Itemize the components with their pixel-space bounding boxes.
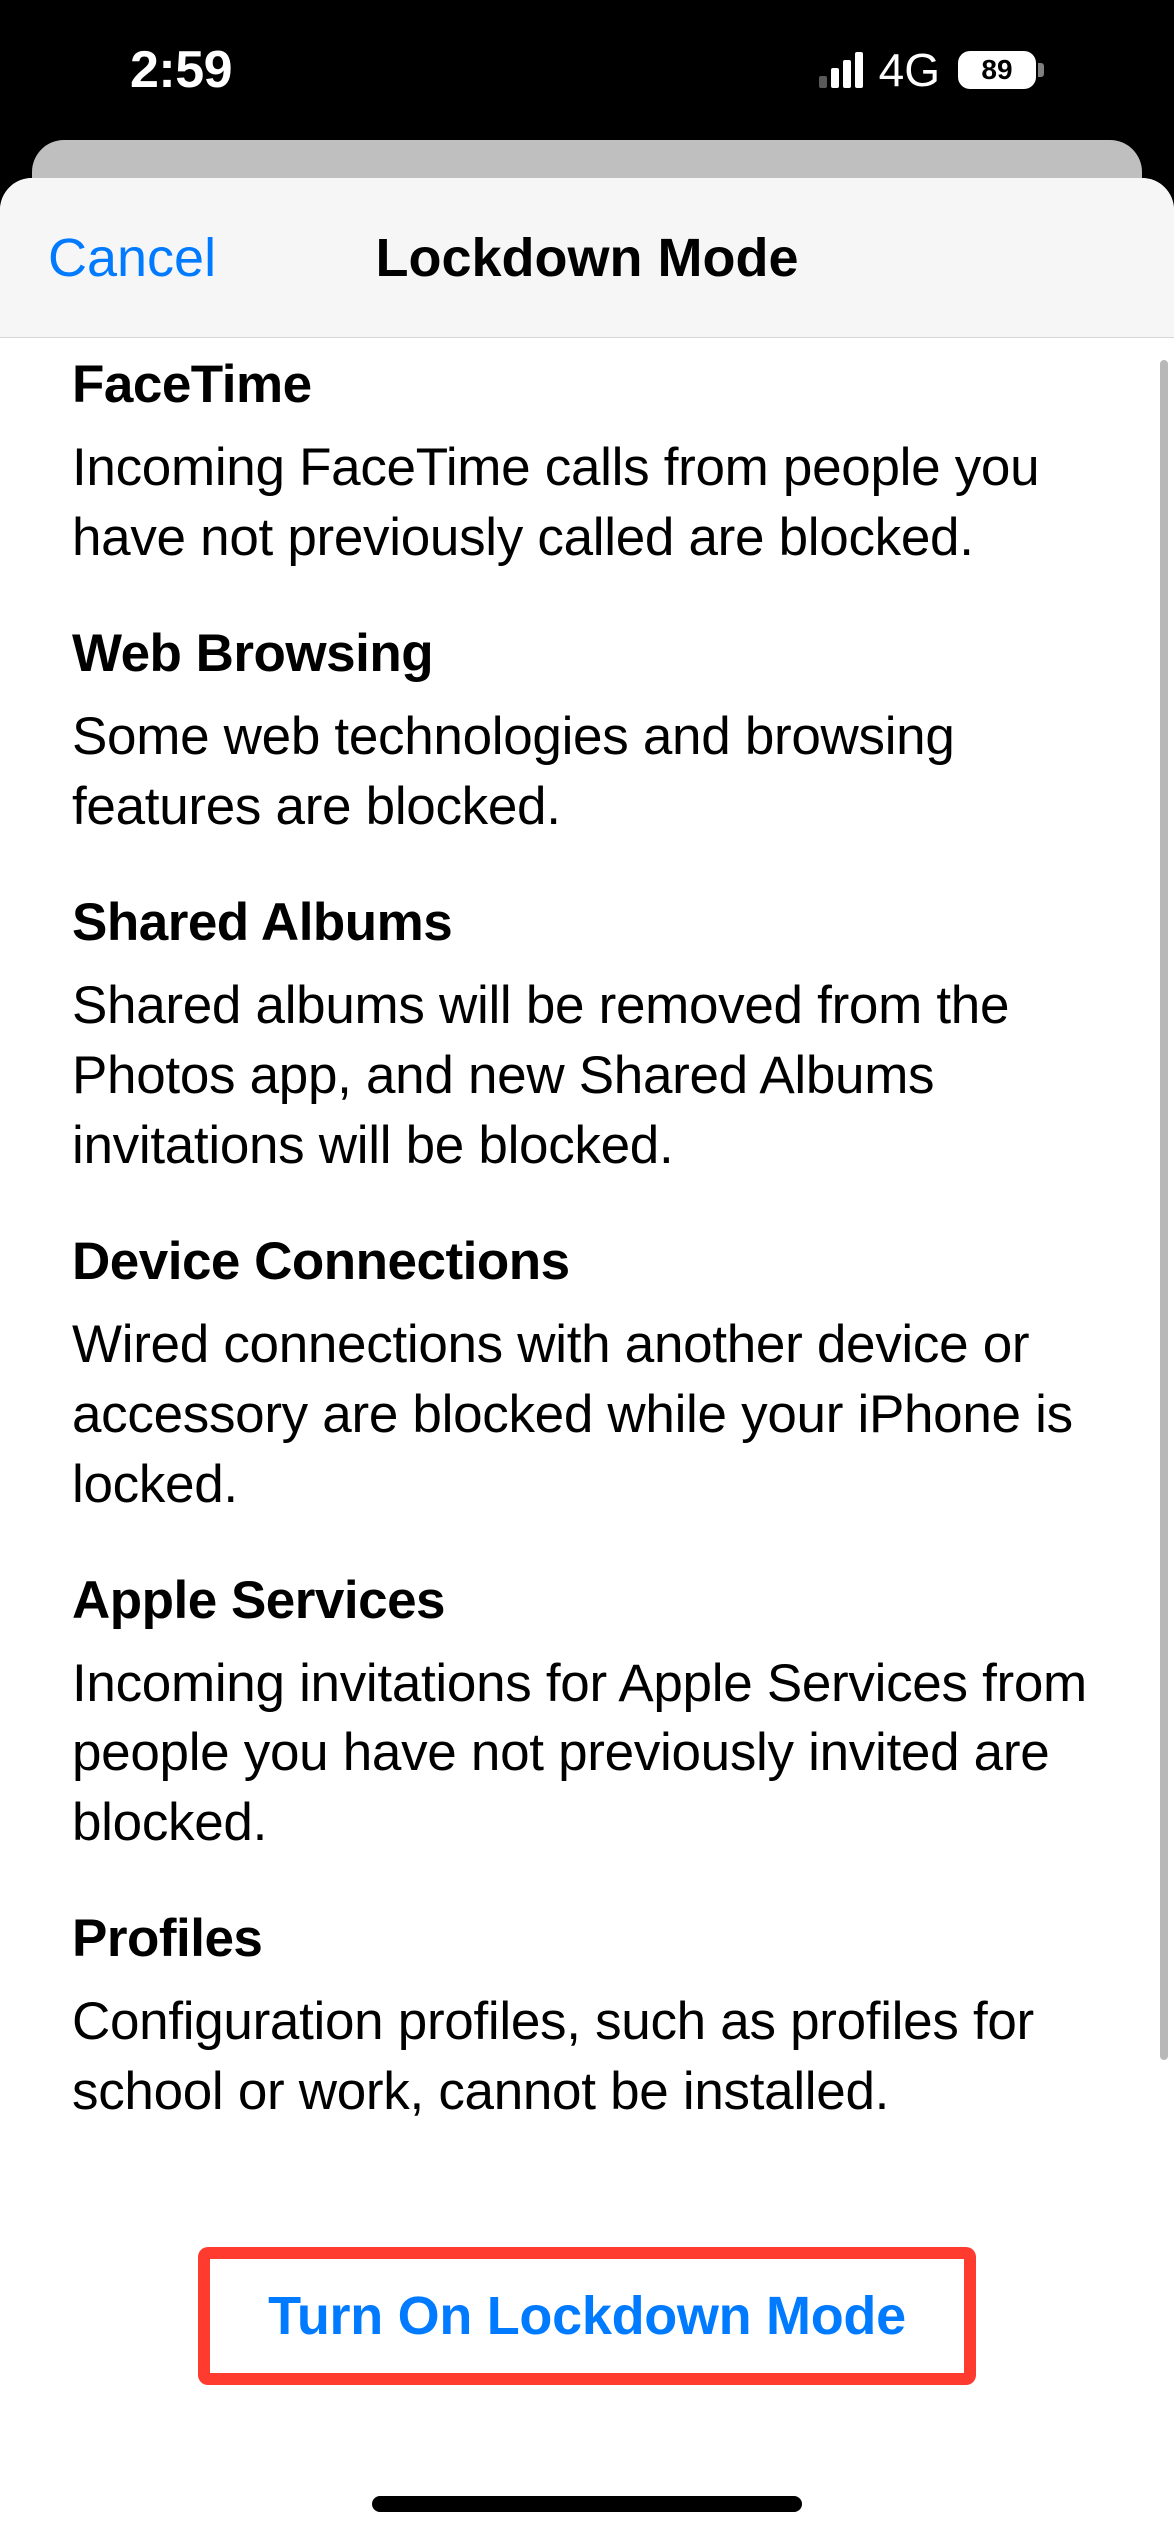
section-web-browsing: Web Browsing Some web technologies and b…	[72, 623, 1102, 842]
status-time: 2:59	[130, 40, 232, 100]
section-body: Shared albums will be removed from the P…	[72, 971, 1102, 1181]
navigation-bar: Cancel Lockdown Mode	[0, 178, 1174, 338]
section-body: Wired connections with another device or…	[72, 1310, 1102, 1520]
section-body: Incoming FaceTime calls from people you …	[72, 433, 1102, 573]
section-title: Device Connections	[72, 1231, 1102, 1292]
section-title: Shared Albums	[72, 892, 1102, 953]
modal-sheet: Cancel Lockdown Mode FaceTime Incoming F…	[0, 178, 1174, 2536]
network-type: 4G	[879, 43, 940, 97]
home-indicator[interactable]	[372, 2496, 802, 2512]
cellular-signal-icon	[819, 52, 863, 88]
status-right: 4G 89	[819, 43, 1044, 97]
section-body: Incoming invitations for Apple Services …	[72, 1649, 1102, 1859]
status-bar: 2:59 4G 89	[0, 0, 1174, 140]
page-title: Lockdown Mode	[376, 227, 799, 289]
section-device-connections: Device Connections Wired connections wit…	[72, 1231, 1102, 1520]
section-profiles: Profiles Configuration profiles, such as…	[72, 1908, 1102, 2127]
section-body: Configuration profiles, such as profiles…	[72, 1987, 1102, 2127]
section-title: Apple Services	[72, 1570, 1102, 1631]
battery-level: 89	[958, 51, 1036, 89]
scroll-indicator[interactable]	[1160, 360, 1168, 2060]
section-body: Some web technologies and browsing featu…	[72, 702, 1102, 842]
section-title: Profiles	[72, 1908, 1102, 1969]
action-container: Turn On Lockdown Mode	[72, 2247, 1102, 2536]
cancel-button[interactable]: Cancel	[48, 227, 216, 289]
section-facetime: FaceTime Incoming FaceTime calls from pe…	[72, 354, 1102, 573]
highlight-box: Turn On Lockdown Mode	[198, 2247, 976, 2385]
turn-on-lockdown-button[interactable]: Turn On Lockdown Mode	[268, 2285, 906, 2347]
content-scroll[interactable]: FaceTime Incoming FaceTime calls from pe…	[0, 338, 1174, 2536]
section-title: FaceTime	[72, 354, 1102, 415]
section-title: Web Browsing	[72, 623, 1102, 684]
section-shared-albums: Shared Albums Shared albums will be remo…	[72, 892, 1102, 1181]
section-apple-services: Apple Services Incoming invitations for …	[72, 1570, 1102, 1859]
battery-icon: 89	[958, 51, 1044, 89]
